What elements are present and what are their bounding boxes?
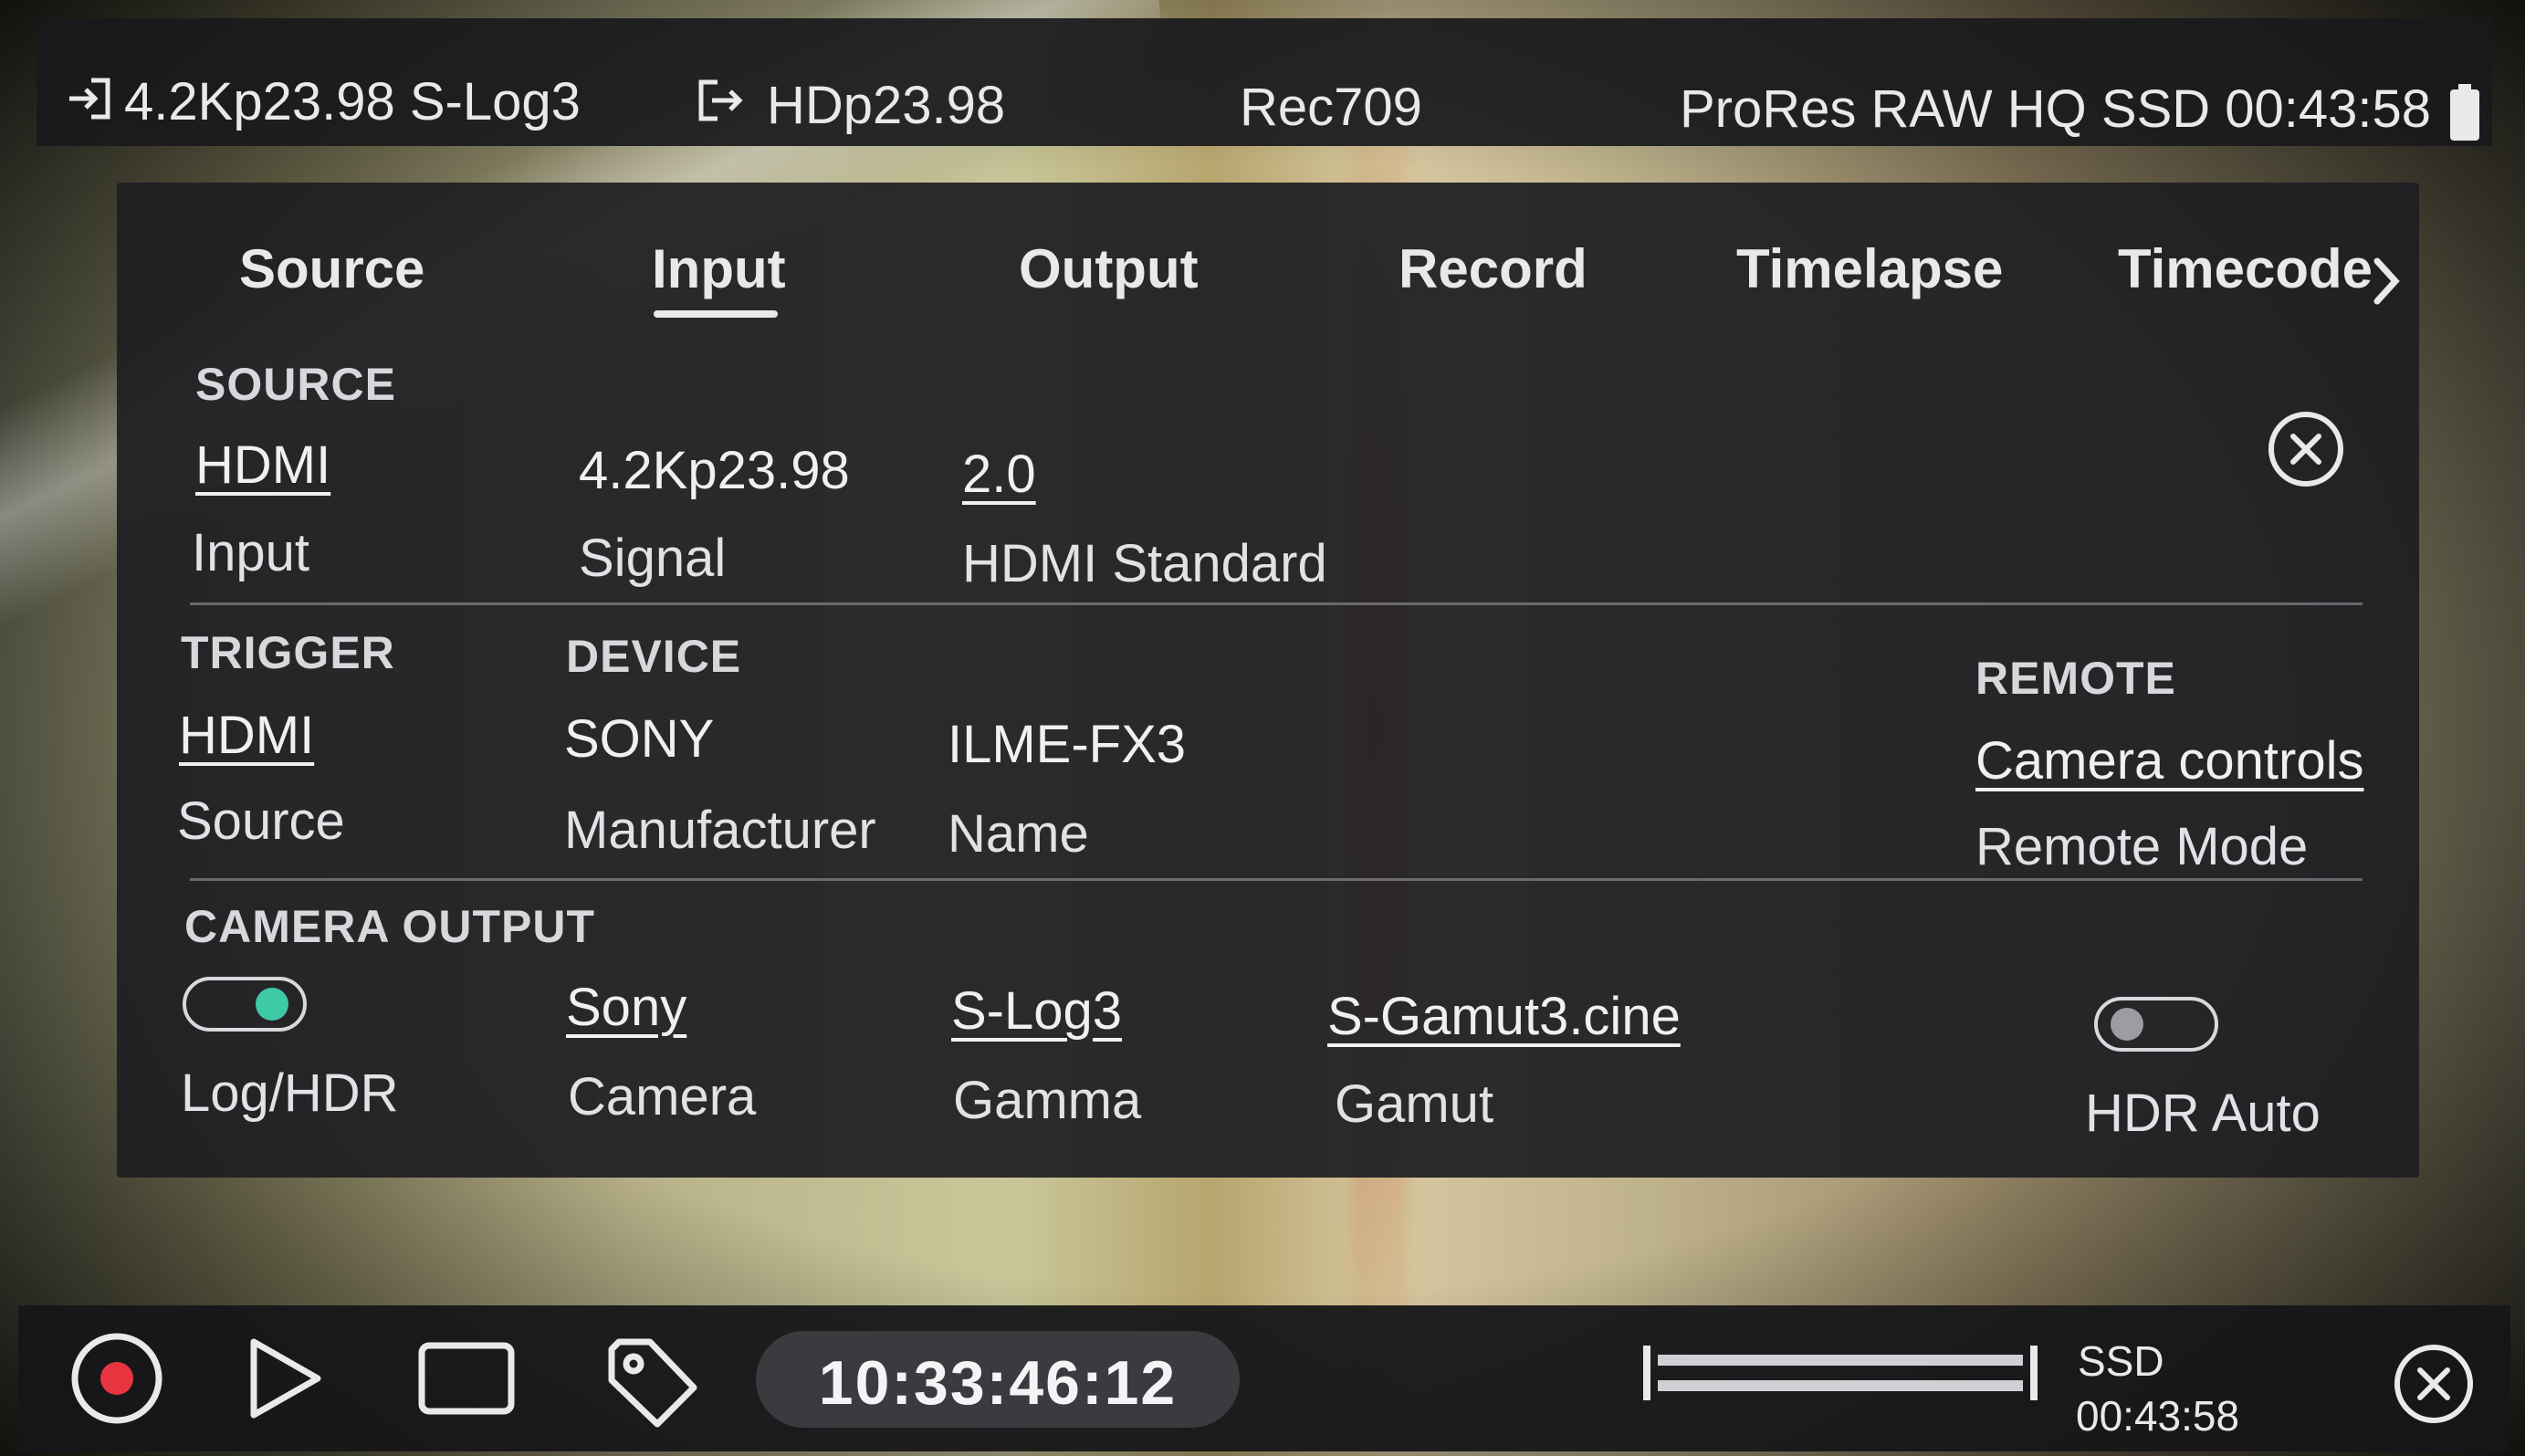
- remote-mode-selector[interactable]: Camera controls: [1975, 730, 2363, 791]
- tab-timelapse[interactable]: Timelapse: [1736, 237, 2003, 300]
- divider: [190, 602, 2363, 605]
- trigger-heading: TRIGGER: [181, 627, 395, 678]
- battery-icon: [2446, 82, 2483, 142]
- play-icon[interactable]: [237, 1333, 329, 1424]
- source-heading: SOURCE: [195, 359, 396, 410]
- manufacturer-value: SONY: [564, 709, 715, 769]
- trigger-source-selector[interactable]: HDMI: [179, 705, 314, 766]
- chevron-right-icon[interactable]: [2368, 254, 2405, 309]
- device-name-value: ILME-FX3: [948, 715, 1187, 774]
- storage-label: SSD: [2078, 1337, 2164, 1385]
- tab-output[interactable]: Output: [1019, 237, 1199, 300]
- gamma-selector[interactable]: S-Log3: [951, 980, 1122, 1042]
- log-hdr-toggle[interactable]: [183, 977, 307, 1032]
- timecode-display[interactable]: 10:33:46:12: [756, 1331, 1240, 1428]
- close-icon[interactable]: [2266, 409, 2346, 489]
- monitoring-lut-text: Rec709: [1240, 78, 1422, 137]
- stop-icon[interactable]: [416, 1338, 517, 1420]
- output-format-text: HDp23.98: [767, 76, 1006, 135]
- input-label: Input: [192, 523, 309, 582]
- timecode-text: 10:33:46:12: [818, 1348, 1178, 1418]
- hdmi-standard-selector[interactable]: 2.0: [962, 444, 1036, 505]
- storage-remaining-time: 00:43:58: [2076, 1392, 2240, 1440]
- hdr-auto-toggle[interactable]: [2094, 997, 2218, 1052]
- status-bar: 4.2Kp23.98 S-Log3 HDp23.98 Rec709 ProRes…: [37, 18, 2492, 146]
- camera-output-heading: CAMERA OUTPUT: [184, 901, 596, 952]
- tab-record[interactable]: Record: [1399, 237, 1587, 300]
- record-icon[interactable]: [68, 1329, 166, 1428]
- signal-value: 4.2Kp23.98: [579, 441, 850, 500]
- hdr-auto-label: HDR Auto: [2085, 1084, 2321, 1143]
- gamut-label: Gamut: [1335, 1074, 1494, 1134]
- camera-brand-label: Camera: [568, 1067, 757, 1126]
- hdmi-standard-label: HDMI Standard: [962, 534, 1327, 593]
- log-hdr-label: Log/HDR: [181, 1063, 399, 1123]
- device-heading: DEVICE: [566, 631, 742, 682]
- input-settings-panel: Source Input Output Record Timelapse Tim…: [117, 183, 2419, 1178]
- input-icon: [64, 73, 115, 124]
- toggle-knob: [256, 988, 288, 1021]
- camera-brand-selector[interactable]: Sony: [566, 977, 686, 1038]
- tag-icon[interactable]: [602, 1333, 703, 1433]
- transport-bar: 10:33:46:12 SSD 00:43:58: [18, 1305, 2510, 1451]
- gamut-selector[interactable]: S-Gamut3.cine: [1327, 986, 1681, 1047]
- tab-source[interactable]: Source: [239, 237, 424, 300]
- close-icon[interactable]: [2392, 1342, 2476, 1426]
- output-icon: [694, 75, 745, 126]
- signal-label: Signal: [579, 529, 727, 588]
- remote-mode-label: Remote Mode: [1975, 817, 2309, 876]
- device-name-label: Name: [948, 804, 1089, 864]
- remote-heading: REMOTE: [1975, 653, 2176, 704]
- toggle-knob: [2111, 1008, 2143, 1041]
- tab-timecode[interactable]: Timecode: [2118, 237, 2373, 300]
- level-meter-icon: [1640, 1338, 2041, 1411]
- trigger-source-label: Source: [177, 791, 345, 851]
- input-selector[interactable]: HDMI: [195, 435, 330, 496]
- codec-media-time-text: ProRes RAW HQ SSD 00:43:58: [1680, 79, 2432, 139]
- gamma-label: Gamma: [953, 1071, 1142, 1130]
- active-tab-indicator: [654, 310, 778, 318]
- tab-input[interactable]: Input: [652, 237, 786, 300]
- divider: [190, 878, 2363, 881]
- manufacturer-label: Manufacturer: [564, 801, 876, 860]
- input-format-text: 4.2Kp23.98 S-Log3: [124, 72, 581, 131]
